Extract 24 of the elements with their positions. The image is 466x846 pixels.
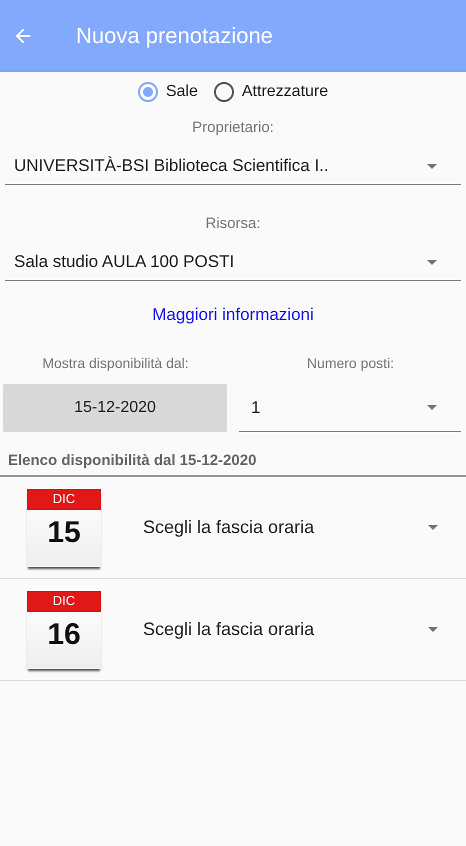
caret-icon	[427, 405, 437, 410]
section-heading: Elenco disponibilità dal 15-12-2020	[0, 452, 466, 477]
field-label: Proprietario:	[191, 119, 275, 136]
screen-title: Nuova prenotazione	[76, 23, 273, 49]
caret-icon	[428, 627, 438, 632]
day-number: 16	[47, 618, 81, 652]
seats-dropdown[interactable]: 1	[239, 384, 461, 432]
day-number: 15	[47, 516, 81, 550]
caret-icon	[427, 260, 437, 264]
time-slot-dropdown[interactable]: Scegli la fascia oraria	[143, 517, 466, 538]
radio-option[interactable]: Attrezzature	[214, 82, 328, 102]
date-button[interactable]: 15-12-2020	[3, 384, 227, 432]
field-label: Numero posti:	[306, 355, 396, 371]
field-label: Risorsa:	[204, 215, 262, 232]
caret-icon	[427, 164, 437, 168]
more-info-link[interactable]: Maggiori informazioni	[152, 305, 314, 324]
owner-dropdown[interactable]: UNIVERSITÀ-BSI Biblioteca Scientifica I..	[5, 148, 461, 185]
time-slot-dropdown[interactable]: Scegli la fascia oraria	[143, 619, 466, 640]
caret-icon	[428, 525, 438, 530]
field-label: Mostra disponibilità dal:	[41, 355, 190, 371]
month-label: DIC	[27, 590, 101, 612]
radio-option[interactable]: Sale	[138, 82, 198, 102]
month-label: DIC	[27, 488, 101, 510]
resource-dropdown[interactable]: Sala studio AULA 100 POSTI	[5, 244, 461, 281]
